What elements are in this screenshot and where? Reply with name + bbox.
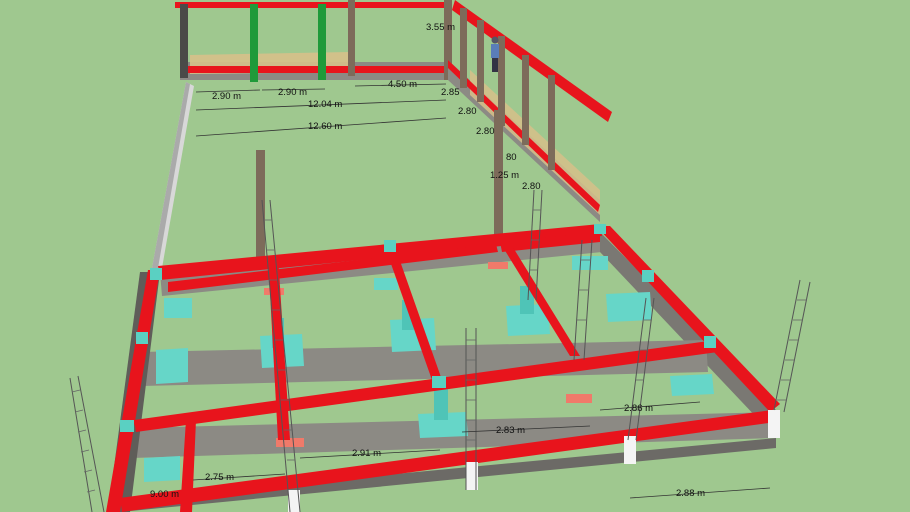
green-post-2 [318, 4, 326, 80]
dim-label: 2.85 [441, 87, 460, 98]
dim-label: 2.86 m [624, 403, 653, 414]
dim-label: 2.90 m [212, 91, 241, 102]
model-viewport[interactable]: 2.90 m 2.90 m 4.50 m 12.04 m 12.60 m 3.5… [0, 0, 910, 512]
dim-label: 12.04 m [308, 99, 342, 110]
dim-label: 4.50 m [388, 79, 417, 90]
dim-label: 2.90 m [278, 87, 307, 98]
white-cap-3 [624, 436, 636, 464]
white-cap-4 [768, 410, 780, 438]
side-column-2 [477, 20, 484, 102]
dim-label: 2.83 m [496, 425, 525, 436]
dim-label: 9.00 m [150, 489, 179, 500]
dim-label: 12.60 m [308, 121, 342, 132]
dim-label: 2.75 m [205, 472, 234, 483]
side-column-5 [548, 75, 555, 170]
tall-column-left [256, 150, 265, 270]
back-column-left [180, 4, 188, 78]
green-post-1 [250, 4, 258, 82]
dim-label: 2.88 m [676, 488, 705, 499]
dim-label: 3.55 m [426, 22, 455, 33]
back-column-mid [348, 0, 355, 76]
dim-label: 2.91 m [352, 448, 381, 459]
back-beam-top [175, 2, 450, 8]
side-column-4 [522, 55, 529, 145]
dim-label: 2.80 [458, 106, 477, 117]
dim-label: 1.25 m [490, 170, 519, 181]
back-beam-bottom [180, 66, 448, 73]
scale-figure [491, 36, 499, 72]
dim-label: 2.80 [476, 126, 495, 137]
dim-label: 2.80 [522, 181, 541, 192]
side-column-1 [460, 8, 467, 88]
dim-label: 80 [506, 152, 517, 163]
